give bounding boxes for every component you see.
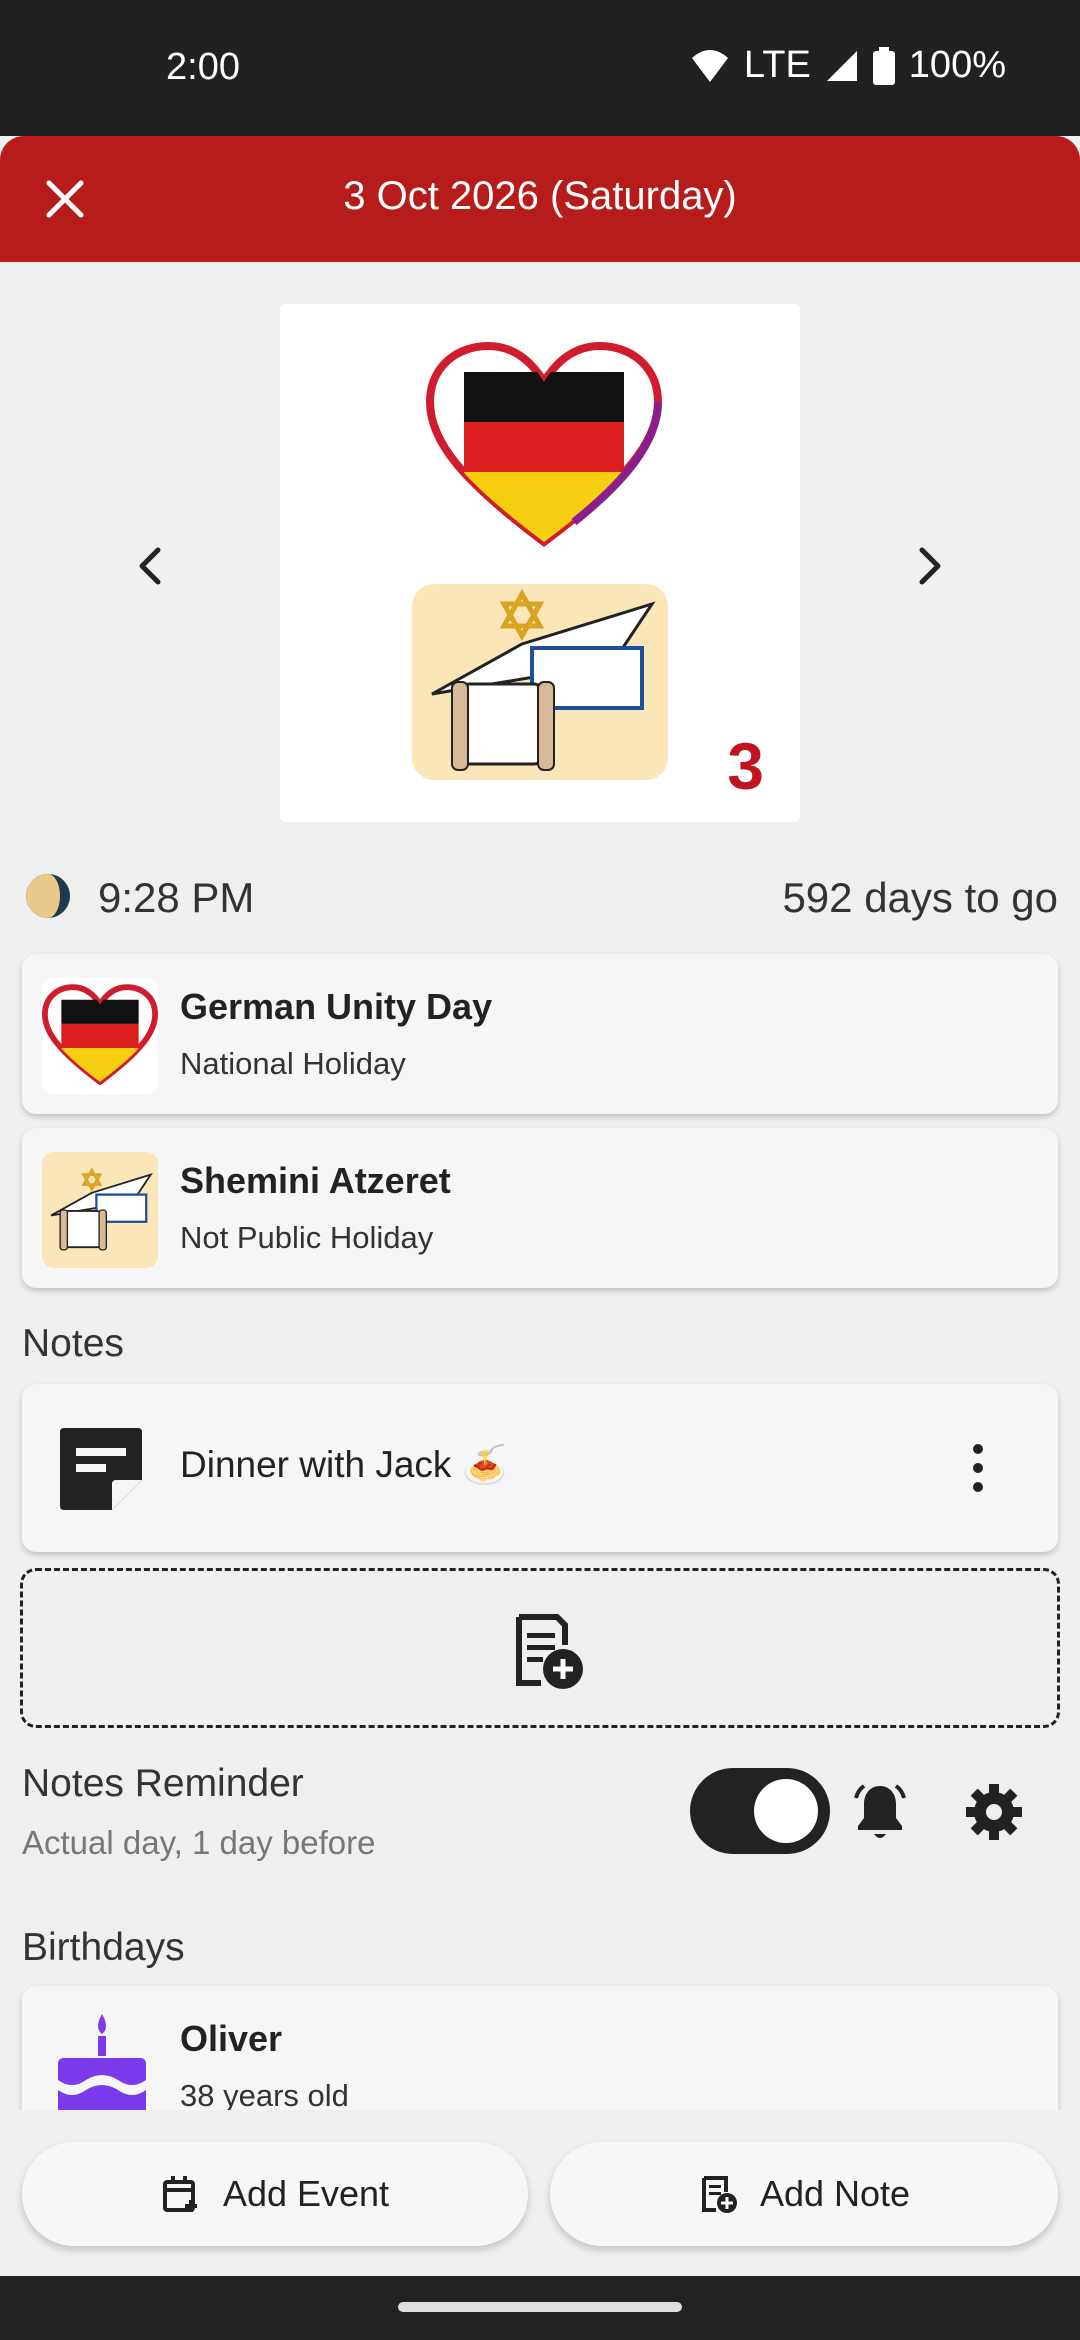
sticky-note-icon [60,1428,142,1510]
event-title: German Unity Day [180,986,493,1027]
event-subtitle: Not Public Holiday [180,1220,434,1255]
chevron-left-icon [139,547,161,585]
status-icons: LTE 100% [690,44,1006,87]
note-more-button[interactable] [958,1436,998,1500]
note-text: Dinner with Jack 🍝 [180,1444,508,1485]
event-card-shemini-atzeret[interactable]: Shemini Atzeret Not Public Holiday [22,1128,1058,1288]
event-title: Shemini Atzeret [180,1160,451,1201]
page-title: 3 Oct 2026 (Saturday) [343,174,737,218]
calendar-add-icon [162,2176,197,2212]
status-bar: 2:00 LTE 100% [0,0,1080,136]
torah-image [412,584,668,780]
add-note-inline-button[interactable] [20,1568,1060,1728]
note-add-icon [701,2176,737,2213]
event-card-german-unity-day[interactable]: German Unity Day National Holiday [22,954,1058,1114]
birthdays-section-title: Birthdays [22,1926,185,1969]
days-to-go: 592 days to go [782,874,1058,921]
app-bar: 3 Oct 2026 (Saturday) [0,136,1080,262]
holiday-count: 3 [727,729,764,803]
battery-icon [872,46,895,85]
reminder-toggle[interactable] [690,1768,830,1854]
wifi-icon [691,49,728,82]
birthday-age: 38 years old [180,2078,349,2113]
bell-icon[interactable] [848,1780,912,1844]
holiday-image-card[interactable]: 3 [280,304,800,822]
toggle-knob [754,1779,818,1843]
status-time: 2:00 [166,46,240,88]
moon-phase-icon [26,874,70,918]
event-subtitle: National Holiday [180,1046,406,1081]
network-label: LTE [743,44,811,86]
event-thumbnail [42,1152,158,1268]
gear-icon[interactable] [962,1780,1026,1844]
home-handle[interactable] [398,2302,682,2312]
more-vertical-icon [973,1444,983,1454]
previous-day-button[interactable] [120,536,180,596]
note-item[interactable]: Dinner with Jack 🍝 [22,1384,1058,1552]
add-note-label: Add Note [759,2173,911,2214]
notes-section-title: Notes [22,1322,124,1365]
event-thumbnail [42,978,158,1094]
moon-time: 9:28 PM [98,874,255,921]
germany-heart-image [425,342,663,548]
add-event-label: Add Event [222,2173,390,2214]
reminder-subtitle: Actual day, 1 day before [22,1824,376,1861]
add-event-button[interactable]: Add Event [22,2142,528,2246]
birthday-cake-icon [58,2014,146,2116]
moon-row: 9:28 PM 592 days to go [22,864,1058,928]
birthday-name: Oliver [180,2018,283,2059]
reminder-title: Notes Reminder [22,1762,304,1805]
add-note-button[interactable]: Add Note [550,2142,1058,2246]
add-note-icon [516,1614,583,1689]
battery-label: 100% [908,44,1006,86]
chevron-right-icon [919,547,941,585]
next-day-button[interactable] [900,536,960,596]
signal-icon [826,50,857,81]
